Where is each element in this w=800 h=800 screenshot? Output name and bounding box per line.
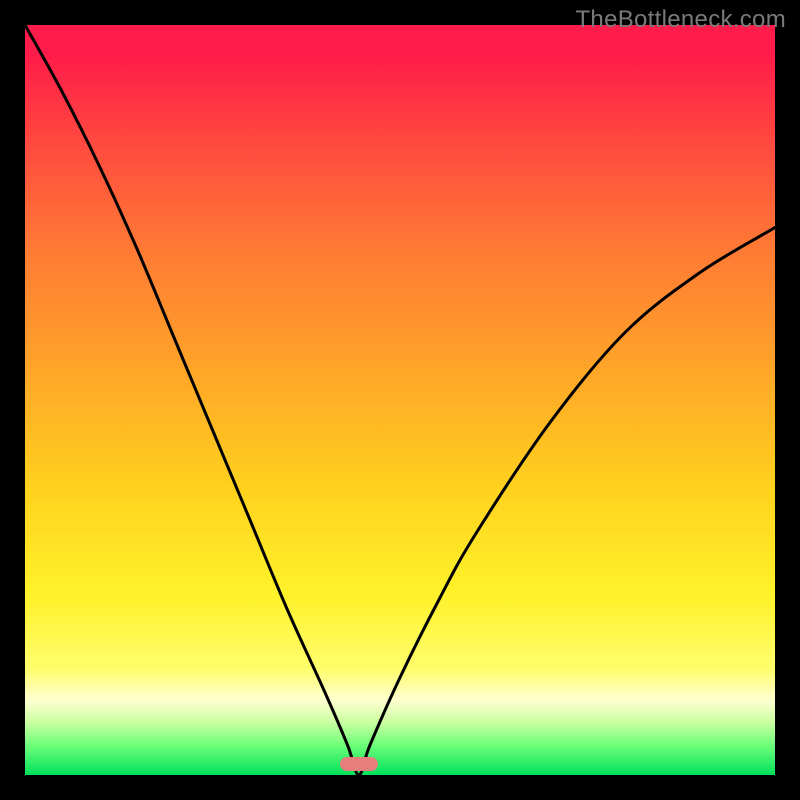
curve-path bbox=[25, 25, 775, 775]
chart-frame: TheBottleneck.com bbox=[0, 0, 800, 800]
watermark-text: TheBottleneck.com bbox=[575, 6, 786, 34]
optimum-marker bbox=[340, 757, 378, 771]
plot-area bbox=[25, 25, 775, 775]
bottleneck-curve bbox=[25, 25, 775, 775]
